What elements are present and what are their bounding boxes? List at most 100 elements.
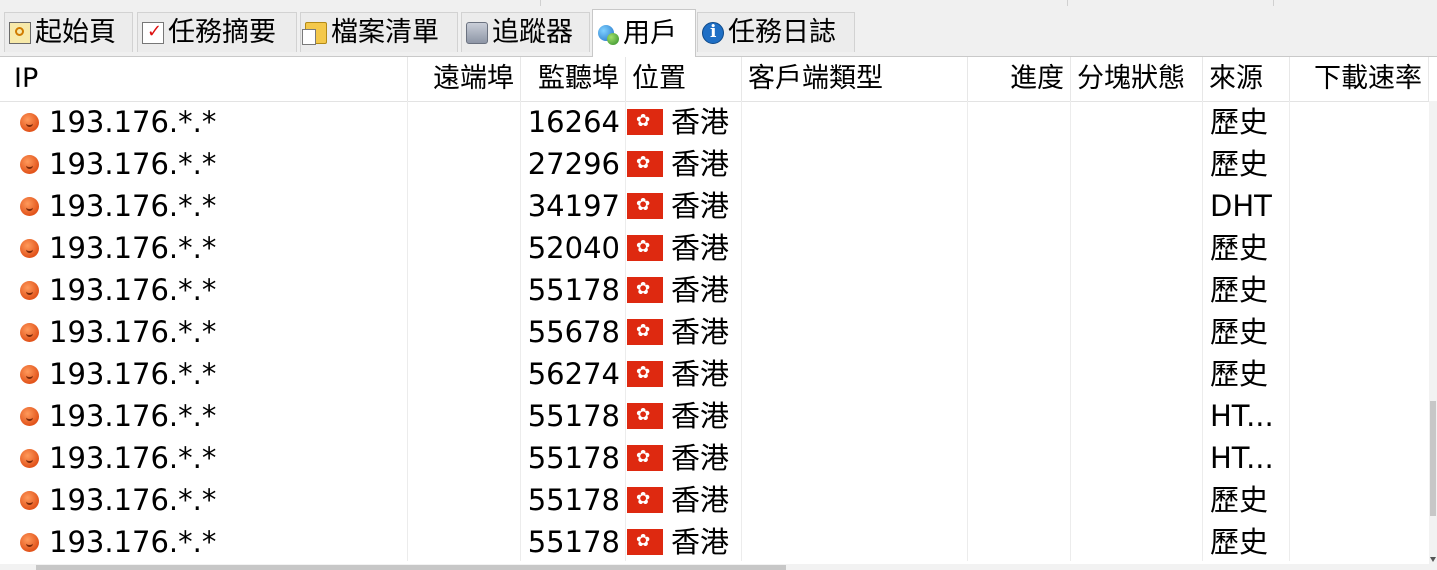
- column-header-source[interactable]: 來源: [1203, 57, 1290, 101]
- files-icon: [302, 21, 327, 45]
- tracker-icon: [466, 21, 488, 44]
- table-row[interactable]: 193.176.*.* 27296 香港 歷史: [0, 143, 1437, 185]
- tab-label: 追蹤器: [492, 17, 573, 48]
- vertical-scrollbar[interactable]: [1429, 101, 1437, 564]
- listen-port-cell: 16264: [527, 105, 620, 139]
- tab-label: 任務日誌: [728, 17, 836, 48]
- ip-cell: 193.176.*.*: [20, 479, 400, 521]
- ip-cell: 193.176.*.*: [20, 101, 400, 143]
- tab-label: 任務摘要: [168, 17, 276, 48]
- location-cell: 香港: [627, 269, 739, 311]
- location-text: 香港: [671, 189, 730, 223]
- ip-text: 193.176.*.*: [49, 315, 217, 349]
- tab-bar: 起始頁 任務摘要 檔案清單 追蹤器 用戶 任務日誌: [0, 6, 1437, 57]
- table-row[interactable]: 193.176.*.* 55178 香港 歷史: [0, 269, 1437, 311]
- table-row[interactable]: 193.176.*.* 52040 香港 歷史: [0, 227, 1437, 269]
- table-row[interactable]: 193.176.*.* 55178 香港 歷史: [0, 521, 1437, 563]
- listen-port-cell: 55178: [527, 441, 620, 475]
- table-row[interactable]: 193.176.*.* 34197 香港 DHT: [0, 185, 1437, 227]
- location-cell: 香港: [627, 437, 739, 479]
- vertical-scrollbar-thumb[interactable]: [1430, 401, 1436, 516]
- ip-text: 193.176.*.*: [49, 273, 217, 307]
- location-cell: 香港: [627, 185, 739, 227]
- column-header-ip[interactable]: IP: [8, 57, 408, 101]
- location-cell: 香港: [627, 143, 739, 185]
- source-cell: 歷史: [1210, 273, 1269, 307]
- source-cell: 歷史: [1210, 357, 1269, 391]
- location-text: 香港: [671, 399, 730, 433]
- peer-icon: [20, 112, 39, 132]
- checklist-icon: [142, 21, 164, 44]
- peer-icon: [20, 448, 39, 468]
- ip-cell: 193.176.*.*: [20, 143, 400, 185]
- ip-cell: 193.176.*.*: [20, 395, 400, 437]
- column-header-remote-port[interactable]: 遠端埠: [408, 57, 521, 101]
- tab-home[interactable]: 起始頁: [4, 12, 133, 52]
- location-text: 香港: [671, 273, 730, 307]
- hong-kong-flag-icon: [627, 360, 663, 387]
- horizontal-scrollbar[interactable]: [0, 564, 1437, 570]
- ip-text: 193.176.*.*: [49, 189, 217, 223]
- ip-cell: 193.176.*.*: [20, 311, 400, 353]
- peer-icon: [20, 490, 39, 510]
- horizontal-scrollbar-thumb[interactable]: [36, 565, 786, 570]
- scroll-down-icon[interactable]: [1430, 557, 1436, 562]
- table-row[interactable]: 193.176.*.* 55178 香港 HT...: [0, 395, 1437, 437]
- tab-tracker[interactable]: 追蹤器: [461, 12, 590, 52]
- peer-icon: [20, 364, 39, 384]
- column-header-listen-port[interactable]: 監聽埠: [521, 57, 626, 101]
- location-cell: 香港: [627, 395, 739, 437]
- ip-text: 193.176.*.*: [49, 441, 217, 475]
- source-cell: 歷史: [1210, 483, 1269, 517]
- location-text: 香港: [671, 441, 730, 475]
- tab-label: 起始頁: [35, 17, 116, 48]
- source-cell: 歷史: [1210, 231, 1269, 265]
- ip-cell: 193.176.*.*: [20, 269, 400, 311]
- listen-port-cell: 55178: [527, 273, 620, 307]
- column-header-progress[interactable]: 進度: [968, 57, 1071, 101]
- column-header-piece-state[interactable]: 分塊狀態: [1071, 57, 1203, 101]
- peer-icon: [20, 154, 39, 174]
- ip-text: 193.176.*.*: [49, 231, 217, 265]
- tab-file-list[interactable]: 檔案清單: [300, 12, 458, 52]
- source-cell: 歷史: [1210, 147, 1269, 181]
- hong-kong-flag-icon: [627, 192, 663, 219]
- hong-kong-flag-icon: [627, 150, 663, 177]
- column-header-row: IP 遠端埠 監聽埠 位置 客戶端類型 進度 分塊狀態 來源 下載速率: [0, 57, 1437, 102]
- listen-port-cell: 56274: [527, 357, 620, 391]
- tab-peers[interactable]: 用戶: [592, 9, 696, 57]
- table-row[interactable]: 193.176.*.* 16264 香港 歷史: [0, 101, 1437, 143]
- column-header-client-type[interactable]: 客戶端類型: [742, 57, 968, 101]
- table-row[interactable]: 193.176.*.* 55178 香港 歷史: [0, 479, 1437, 521]
- location-text: 香港: [671, 525, 730, 559]
- location-text: 香港: [671, 105, 730, 139]
- location-cell: 香港: [627, 521, 739, 563]
- tab-task-log[interactable]: 任務日誌: [697, 12, 855, 52]
- listen-port-cell: 34197: [527, 189, 620, 223]
- source-cell: 歷史: [1210, 315, 1269, 349]
- ip-text: 193.176.*.*: [49, 105, 217, 139]
- peer-icon: [20, 196, 39, 216]
- table-row[interactable]: 193.176.*.* 56274 香港 歷史: [0, 353, 1437, 395]
- location-text: 香港: [671, 483, 730, 517]
- ip-text: 193.176.*.*: [49, 525, 217, 559]
- column-header-location[interactable]: 位置: [626, 57, 742, 101]
- column-header-download-speed[interactable]: 下載速率: [1290, 57, 1429, 101]
- listen-port-cell: 27296: [527, 147, 620, 181]
- peer-icon: [20, 532, 39, 552]
- hong-kong-flag-icon: [627, 234, 663, 261]
- location-text: 香港: [671, 315, 730, 349]
- tab-label: 檔案清單: [331, 17, 439, 48]
- home-icon: [9, 21, 31, 44]
- hong-kong-flag-icon: [627, 486, 663, 513]
- hong-kong-flag-icon: [627, 402, 663, 429]
- location-text: 香港: [671, 231, 730, 265]
- source-cell: HT...: [1210, 441, 1274, 475]
- tab-task-summary[interactable]: 任務摘要: [137, 12, 297, 52]
- table-row[interactable]: 193.176.*.* 55678 香港 歷史: [0, 311, 1437, 353]
- ip-text: 193.176.*.*: [49, 483, 217, 517]
- source-cell: HT...: [1210, 399, 1274, 433]
- location-text: 香港: [671, 147, 730, 181]
- table-row[interactable]: 193.176.*.* 55178 香港 HT...: [0, 437, 1437, 479]
- peer-icon: [20, 406, 39, 426]
